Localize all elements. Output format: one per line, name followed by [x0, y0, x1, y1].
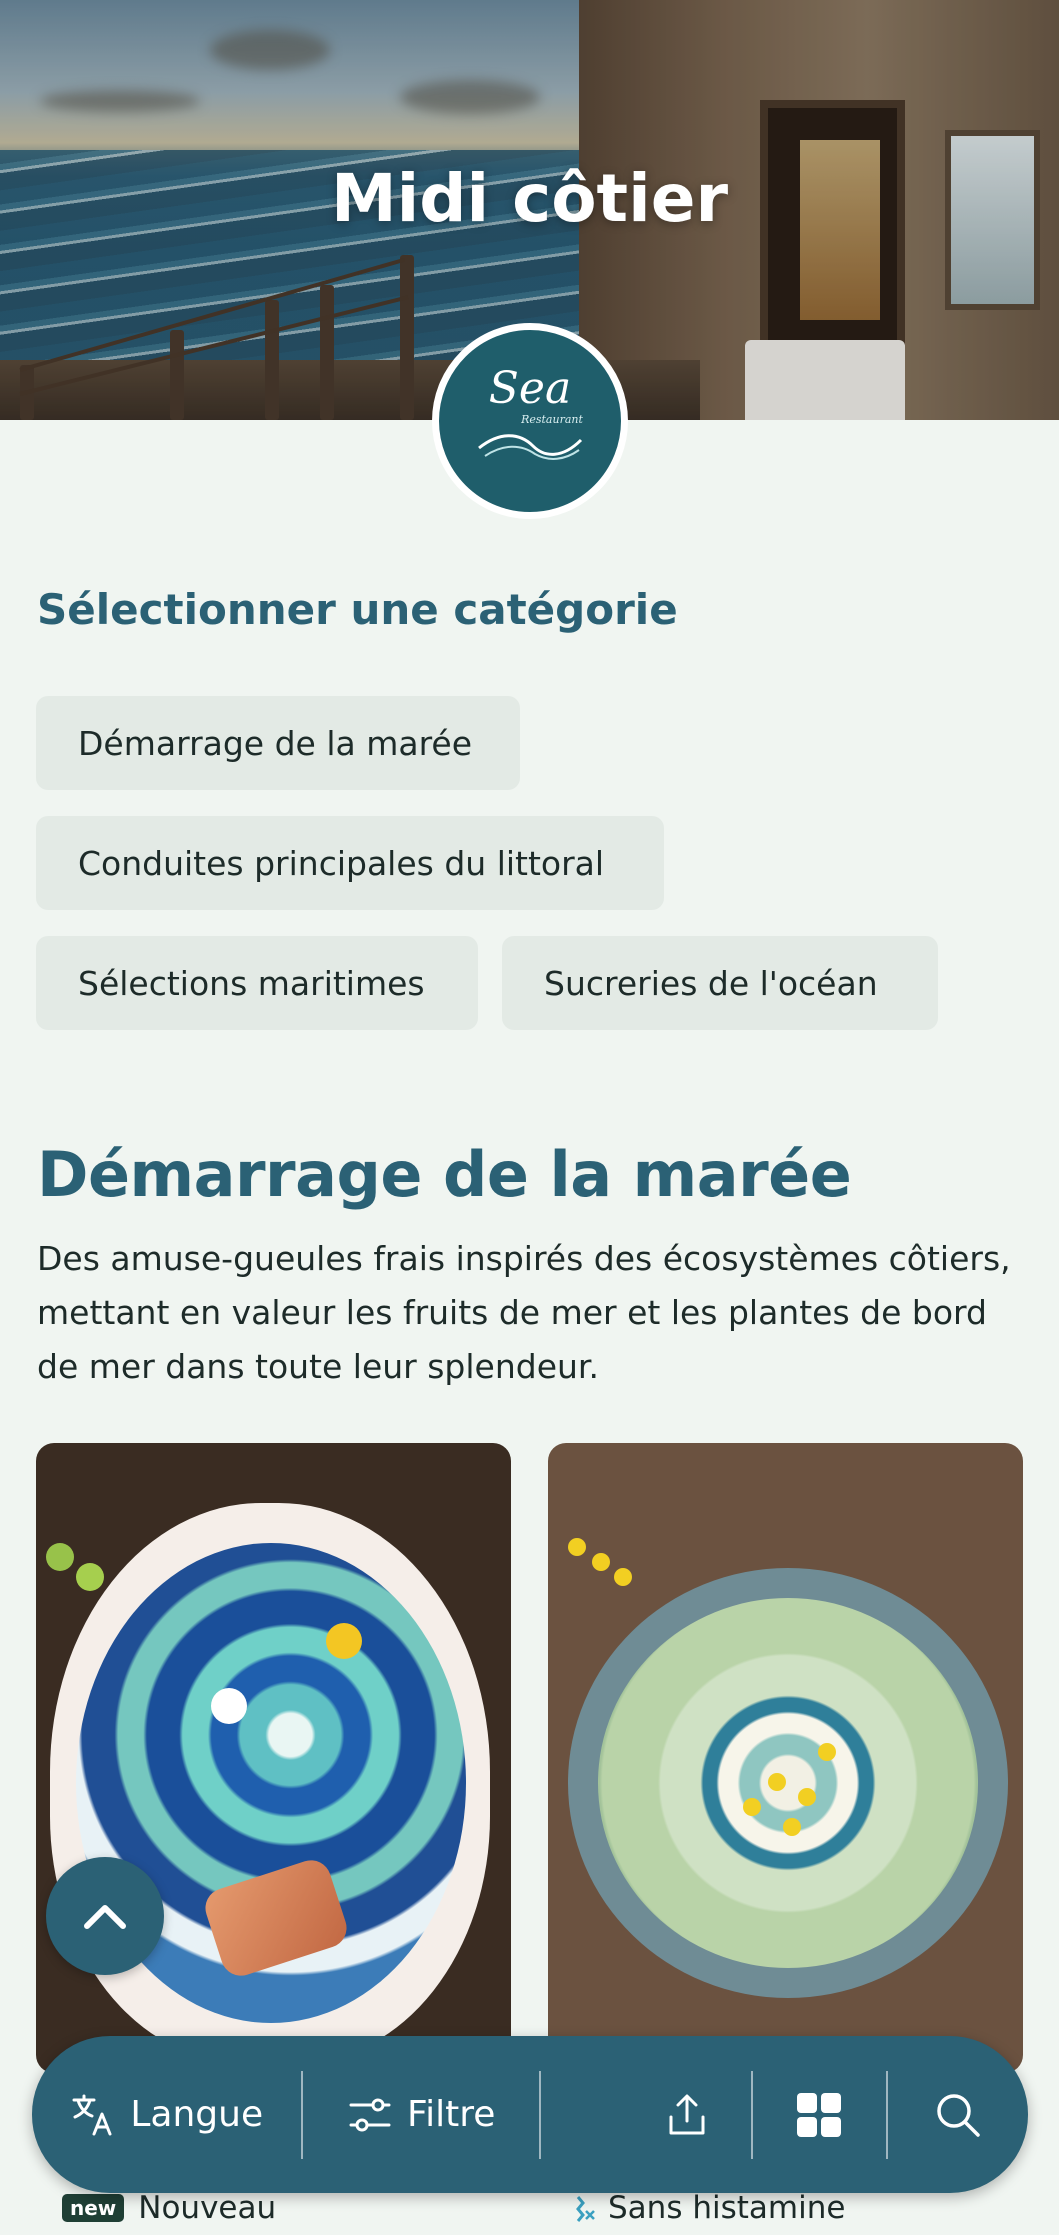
chip-label: Sucreries de l'océan [544, 963, 878, 1003]
badge-label: Sans histamine [608, 2190, 846, 2226]
new-badge: new [62, 2194, 125, 2222]
chip-label: Conduites principales du littoral [78, 843, 605, 883]
filter-icon [349, 2098, 391, 2131]
category-chip-coastal-mains[interactable]: Conduites principales du littoral [36, 816, 664, 910]
wave-icon [478, 433, 583, 460]
section-title: Démarrage de la marée [37, 1138, 852, 1211]
chevron-up-icon [84, 1905, 126, 1929]
logo-subtitle: Restaurant [521, 412, 583, 426]
language-label: Langue [130, 2094, 264, 2135]
category-chip-tide[interactable]: Démarrage de la marée [36, 696, 520, 790]
chip-label: Sélections maritimes [78, 963, 425, 1003]
translate-icon [72, 2094, 112, 2135]
dish-badge: new Nouveau [62, 2190, 276, 2226]
page-title: Midi côtier [330, 160, 729, 237]
badge-label: Nouveau [138, 2190, 277, 2226]
filter-button[interactable]: Filtre [303, 2036, 539, 2193]
language-button[interactable]: Langue [32, 2036, 301, 2193]
grid-view-button[interactable] [753, 2036, 887, 2193]
dish-badge: Sans histamine [570, 2190, 845, 2226]
chip-label: Démarrage de la marée [78, 723, 473, 763]
share-icon [669, 2094, 705, 2134]
section-description: Des amuse-gueules frais inspirés des éco… [37, 1239, 1011, 1386]
grid-icon [797, 2092, 842, 2137]
logo-wordmark: Sea [488, 362, 572, 414]
search-button[interactable] [888, 2036, 1028, 2193]
bottom-toolbar: Langue Filtre [32, 2036, 1028, 2193]
dish-card[interactable] [36, 1443, 511, 2073]
share-button[interactable] [541, 2036, 751, 2193]
category-chip-ocean-sweets[interactable]: Sucreries de l'océan [502, 936, 938, 1030]
dish-photo-soup [598, 1598, 978, 1968]
category-chip-maritime[interactable]: Sélections maritimes [36, 936, 478, 1030]
restaurant-logo: Sea Restaurant [432, 323, 628, 519]
dish-card[interactable] [548, 1443, 1023, 2073]
histamine-free-icon [576, 2196, 595, 2222]
search-icon [937, 2093, 980, 2137]
category-heading: Sélectionner une catégorie [37, 585, 678, 634]
scroll-top-button[interactable] [46, 1857, 164, 1975]
filter-label: Filtre [407, 2094, 496, 2135]
